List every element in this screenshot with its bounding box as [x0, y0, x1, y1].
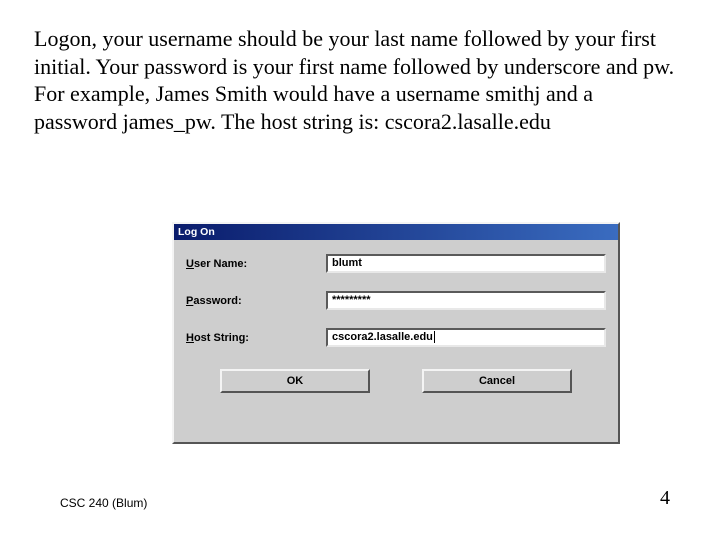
host-row: Host String: cscora2.lasalle.edu	[186, 328, 606, 347]
instructions-text: Logon, your username should be your last…	[34, 25, 680, 135]
page-number: 4	[660, 487, 670, 510]
password-label: Password:	[186, 295, 326, 307]
host-input[interactable]: cscora2.lasalle.edu	[326, 328, 606, 347]
password-input[interactable]: *********	[326, 291, 606, 310]
footer-course: CSC 240 (Blum)	[60, 496, 147, 510]
dialog-titlebar: Log On	[174, 224, 618, 240]
password-row: Password: *********	[186, 291, 606, 310]
dialog-form: User Name: blumt Password: ********* Hos…	[174, 240, 618, 401]
logon-dialog: Log On User Name: blumt Password: ******…	[172, 222, 620, 444]
dialog-button-row: OK Cancel	[186, 365, 606, 393]
cancel-button[interactable]: Cancel	[422, 369, 572, 393]
ok-button[interactable]: OK	[220, 369, 370, 393]
host-label: Host String:	[186, 332, 326, 344]
username-label: User Name:	[186, 258, 326, 270]
username-row: User Name: blumt	[186, 254, 606, 273]
username-input[interactable]: blumt	[326, 254, 606, 273]
text-cursor-icon	[434, 331, 435, 343]
